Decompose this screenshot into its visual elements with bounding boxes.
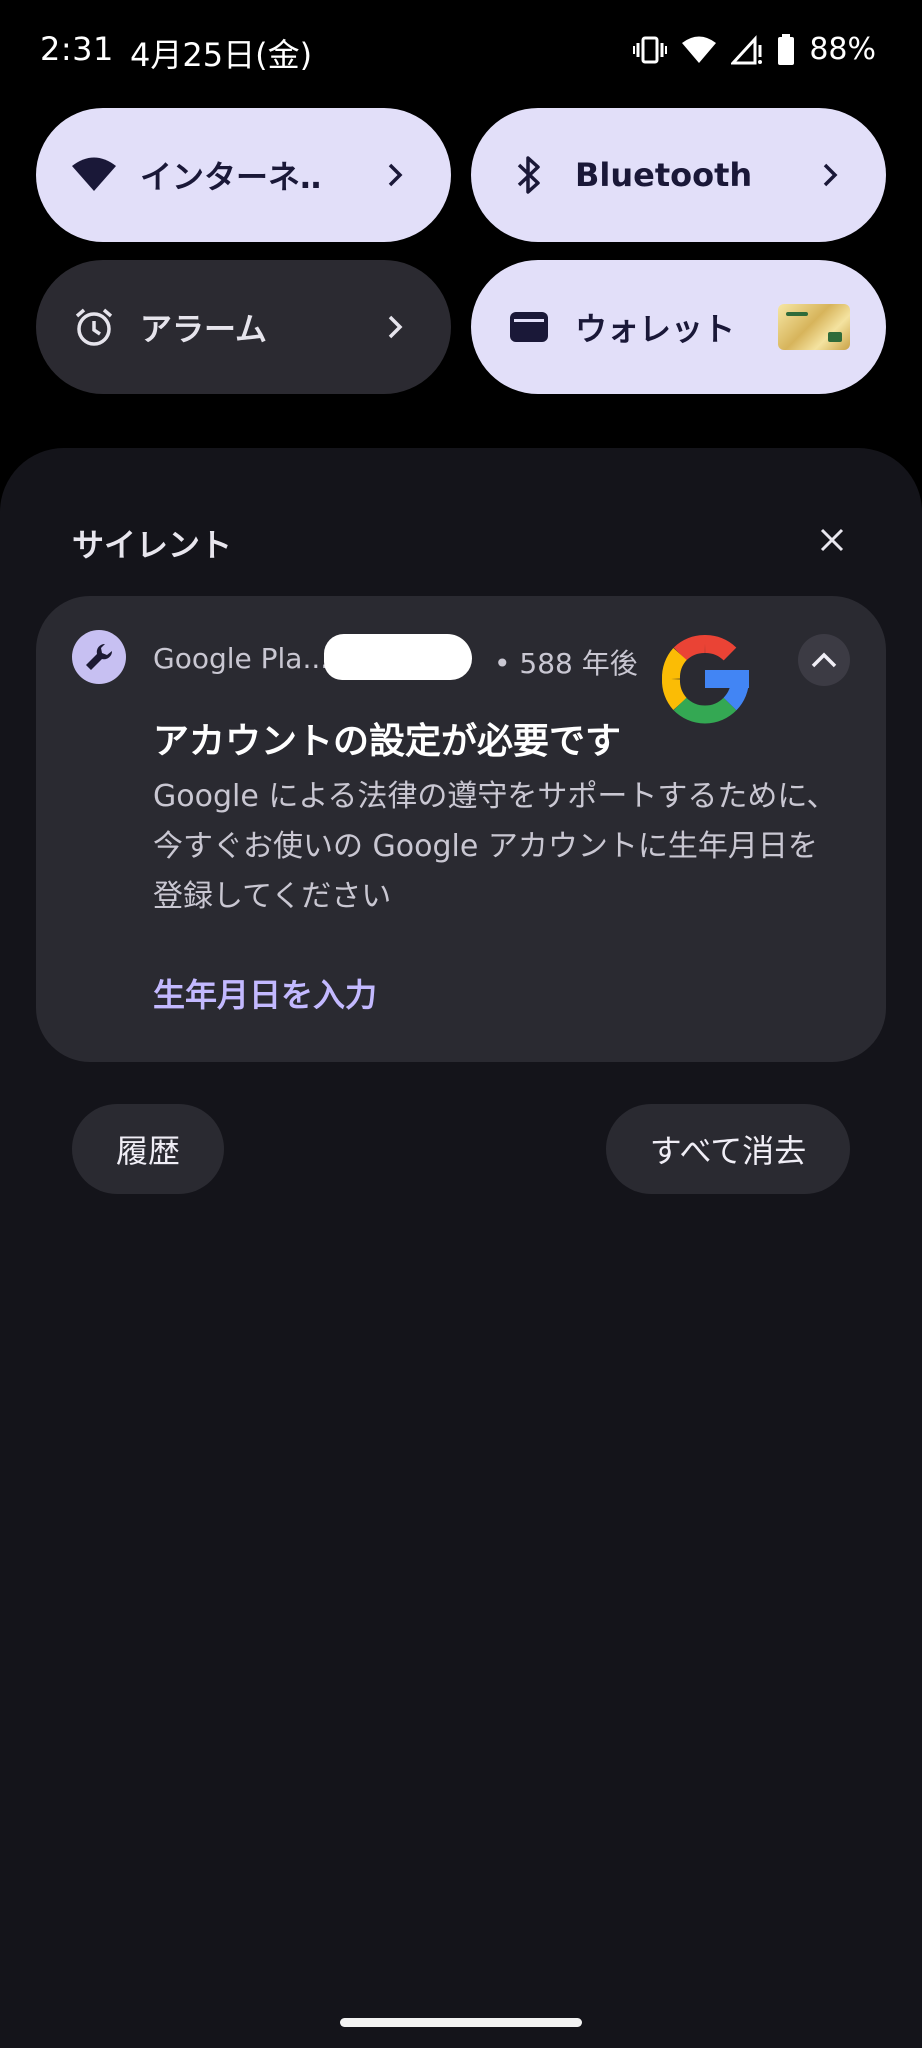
history-button[interactable]: 履歴: [72, 1104, 224, 1194]
status-time: 2:31: [40, 30, 114, 68]
wrench-icon: [72, 630, 126, 684]
enter-birthday-button[interactable]: 生年月日を入力: [153, 970, 377, 1016]
tile-label: アラーム: [140, 310, 268, 348]
notification-app-name: Google Pla...: [153, 642, 330, 675]
chevron-right-icon: [375, 307, 415, 347]
notification-card[interactable]: Google Pla... • 588 年後 アカウントの設定が必要です Goo…: [36, 596, 886, 1062]
status-icons: 88%: [633, 32, 876, 67]
collapse-button[interactable]: [798, 634, 850, 686]
clear-all-button[interactable]: すべて消去: [606, 1104, 850, 1194]
notification-title: アカウントの設定が必要です: [153, 721, 622, 762]
home-indicator[interactable]: [340, 2018, 582, 2027]
tile-bluetooth[interactable]: Bluetooth: [471, 108, 886, 242]
wifi-status-icon: [681, 35, 717, 65]
alarm-icon: [70, 303, 118, 351]
chevron-right-icon: [375, 155, 415, 195]
tile-label: インターネ‥: [140, 158, 322, 196]
battery-icon: [777, 33, 795, 66]
tile-wallet[interactable]: ウォレット: [471, 260, 886, 394]
close-icon[interactable]: [812, 520, 852, 560]
section-header-silent: サイレント: [72, 526, 233, 564]
notification-body: Google による法律の遵守をサポートするために、今すぐお使いの Google…: [153, 779, 837, 914]
chevron-up-icon: [811, 652, 837, 668]
chevron-right-icon: [810, 155, 850, 195]
redaction-mark: [324, 634, 472, 680]
tile-internet[interactable]: インターネ‥: [36, 108, 451, 242]
wallet-card-thumbnail: [778, 304, 850, 350]
tile-label: ウォレット: [575, 310, 736, 348]
status-date: 4月25日(金): [130, 36, 313, 74]
notification-time: • 588 年後: [494, 647, 638, 680]
bluetooth-icon: [505, 151, 553, 199]
vibrate-icon: [633, 35, 668, 65]
wifi-icon: [70, 151, 118, 199]
google-logo-icon: [650, 624, 760, 734]
tile-label: Bluetooth: [575, 156, 753, 194]
notification-shade: サイレント Google Pla... • 588 年後 アカウントの設定が必要…: [0, 448, 922, 2048]
status-bar: 2:31 4月25日(金) 88%: [0, 0, 922, 100]
wallet-icon: [505, 303, 553, 351]
tile-alarm[interactable]: アラーム: [36, 260, 451, 394]
cellular-signal-icon: [731, 34, 763, 65]
battery-percentage: 88%: [809, 32, 876, 67]
